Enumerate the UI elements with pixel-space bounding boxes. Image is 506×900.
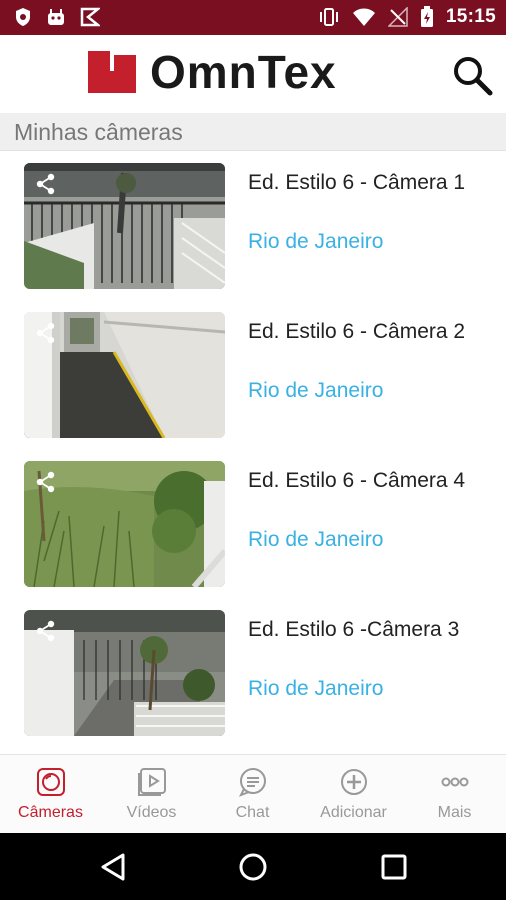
tab-label: Chat: [235, 804, 270, 821]
camera-thumbnail[interactable]: [24, 461, 225, 587]
camera-title[interactable]: Ed. Estilo 6 -Câmera 3: [248, 616, 478, 643]
tab-label: Adicionar: [320, 804, 387, 821]
video-icon: [138, 768, 166, 796]
tab-more[interactable]: Mais: [404, 755, 505, 834]
chat-icon: [238, 768, 266, 797]
tab-label: Mais: [437, 804, 472, 821]
more-icon: [441, 777, 469, 787]
back-icon[interactable]: [97, 851, 129, 883]
battery-charging-icon: [420, 6, 433, 27]
status-bar: 15:15: [0, 0, 506, 35]
tab-label: Vídeos: [126, 804, 177, 821]
brand-name: OmnTex: [150, 46, 337, 98]
section-header: Minhas câmeras: [0, 113, 506, 151]
share-icon[interactable]: [35, 620, 57, 642]
system-navigation-bar: [0, 833, 506, 900]
camera-thumbnail[interactable]: [24, 312, 225, 438]
tab-label: Câmeras: [18, 804, 83, 821]
camera-location[interactable]: Rio de Janeiro: [248, 379, 383, 403]
app-bar: OmnTex: [0, 35, 506, 113]
home-icon[interactable]: [237, 851, 269, 883]
section-title: Minhas câmeras: [14, 119, 183, 145]
add-icon: [341, 769, 367, 795]
search-icon[interactable]: [450, 53, 494, 97]
bottom-navigation: Câmeras Vídeos Chat Adicionar Mais: [0, 754, 506, 833]
camera-list-item[interactable]: Ed. Estilo 6 - Câmera 1 Rio de Janeiro: [0, 151, 506, 300]
android-notification-icon: [48, 9, 64, 25]
wifi-icon: [352, 8, 375, 26]
brand-logo: OmnTex: [88, 49, 337, 95]
tab-videos[interactable]: Vídeos: [101, 755, 202, 834]
signal-icon: [387, 7, 408, 27]
camera-list[interactable]: Ed. Estilo 6 - Câmera 1 Rio de Janeiro E…: [0, 151, 506, 754]
camera-location[interactable]: Rio de Janeiro: [248, 230, 383, 254]
camera-title[interactable]: Ed. Estilo 6 - Câmera 2: [248, 318, 478, 345]
camera-title[interactable]: Ed. Estilo 6 - Câmera 1: [248, 169, 478, 196]
recents-icon[interactable]: [378, 851, 410, 883]
app-notification-icon: [80, 7, 100, 27]
share-icon[interactable]: [35, 471, 57, 493]
share-icon[interactable]: [35, 322, 57, 344]
camera-list-item[interactable]: Ed. Estilo 6 -Câmera 3 Rio de Janeiro: [0, 598, 506, 747]
camera-location[interactable]: Rio de Janeiro: [248, 677, 383, 701]
logo-mark-icon: [88, 51, 136, 93]
camera-thumbnail[interactable]: [24, 610, 225, 736]
camera-location[interactable]: Rio de Janeiro: [248, 528, 383, 552]
camera-list-item[interactable]: Ed. Estilo 6 - Câmera 2 Rio de Janeiro: [0, 300, 506, 449]
camera-thumbnail[interactable]: [24, 163, 225, 289]
vibrate-icon: [319, 8, 338, 26]
tab-cameras[interactable]: Câmeras: [0, 755, 101, 834]
clock: 15:15: [445, 6, 496, 27]
shield-notification-icon: [16, 8, 30, 26]
camera-title[interactable]: Ed. Estilo 6 - Câmera 4: [248, 467, 478, 494]
tab-chat[interactable]: Chat: [202, 755, 303, 834]
camera-icon: [37, 768, 65, 796]
camera-list-item[interactable]: Ed. Estilo 6 - Câmera 4 Rio de Janeiro: [0, 449, 506, 598]
share-icon[interactable]: [35, 173, 57, 195]
tab-add[interactable]: Adicionar: [303, 755, 404, 834]
